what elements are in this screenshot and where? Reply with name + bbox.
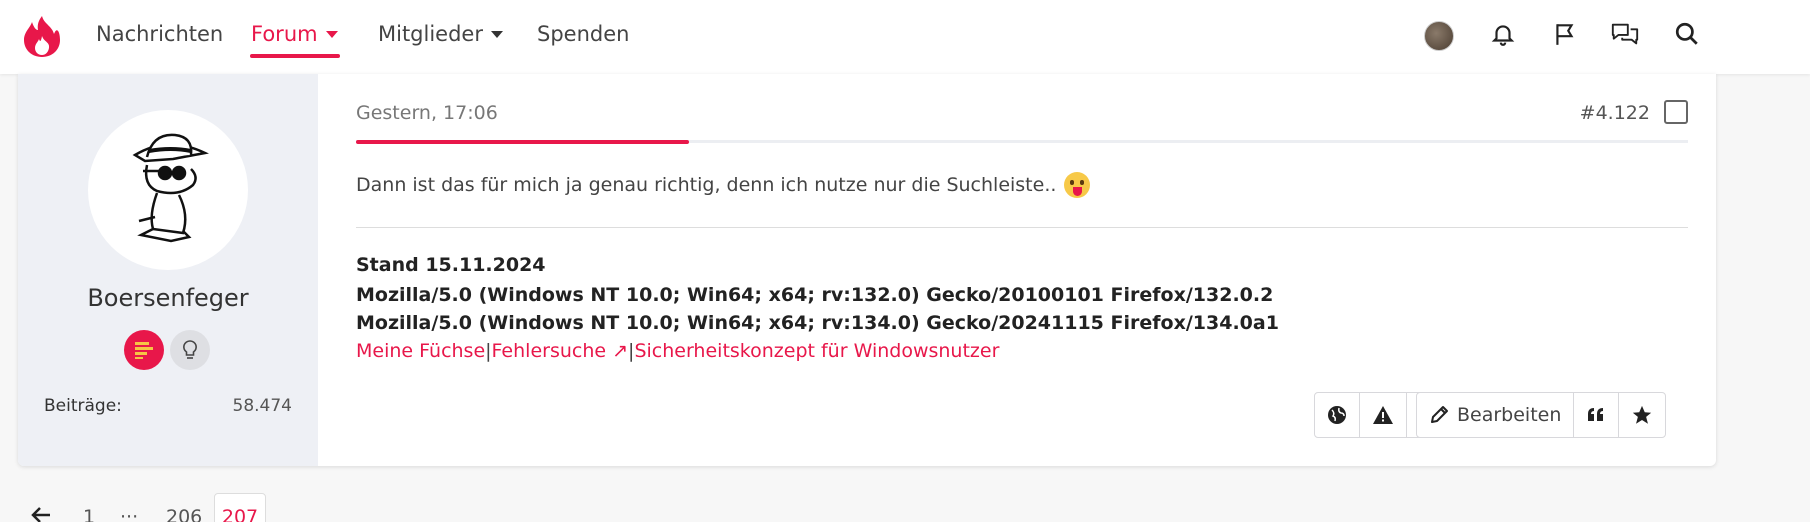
user-info-panel: Boersenfeger Beiträge: 58.474: [18, 74, 318, 466]
globe-icon[interactable]: [1315, 393, 1360, 437]
signature-links: Meine Füchse|Fehlersuche ↗|Sicherheitsko…: [356, 340, 999, 362]
nav-forum-label: Forum: [251, 22, 318, 46]
flag-icon[interactable]: [1550, 19, 1580, 49]
post-date[interactable]: Gestern, 17:06: [356, 102, 498, 124]
nav-spenden-label: Spenden: [537, 22, 630, 46]
link-sicherheitskonzept[interactable]: Sicherheitskonzept für Windowsnutzer: [634, 340, 999, 362]
post-content: Dann ist das für mich ja genau richtig, …: [356, 172, 1091, 198]
nav-forum[interactable]: Forum: [251, 22, 338, 46]
link-meine-fuechse[interactable]: Meine Füchse: [356, 340, 485, 362]
select-post-checkbox[interactable]: [1664, 100, 1688, 124]
signature-line: Mozilla/5.0 (Windows NT 10.0; Win64; x64…: [356, 312, 1279, 334]
quote-button[interactable]: [1574, 393, 1620, 437]
chevron-down-icon: [325, 30, 338, 38]
page-link[interactable]: 206: [166, 506, 202, 522]
star-icon: [1633, 405, 1652, 424]
lightbulb-icon[interactable]: [170, 330, 210, 370]
search-icon[interactable]: [1672, 19, 1702, 49]
chevron-down-icon: [491, 30, 503, 38]
active-nav-indicator: [250, 54, 340, 58]
post-action-button-group: Bearbeiten: [1416, 392, 1667, 438]
nav-spenden[interactable]: Spenden: [537, 22, 629, 46]
edit-button[interactable]: Bearbeiten: [1417, 393, 1575, 437]
flame-logo-icon[interactable]: [22, 14, 62, 58]
edit-button-label: Bearbeiten: [1457, 404, 1562, 426]
posts-trophy-icon[interactable]: [124, 330, 164, 370]
signature-line: Mozilla/5.0 (Windows NT 10.0; Win64; x64…: [356, 284, 1274, 306]
current-page[interactable]: 207: [214, 493, 266, 522]
link-fehlersuche[interactable]: Fehlersuche ↗: [492, 340, 628, 362]
nav-nachrichten[interactable]: Nachrichten: [96, 22, 223, 46]
page-link[interactable]: 1: [83, 506, 95, 522]
arrow-left-icon[interactable]: [30, 506, 52, 522]
signature-line: Stand 15.11.2024: [356, 254, 546, 276]
read-progress-fill: [356, 140, 689, 144]
bell-icon[interactable]: [1488, 19, 1518, 49]
posts-count-value: 58.474: [232, 396, 292, 416]
top-navigation: Nachrichten Forum Mitglieder Spenden: [0, 0, 1810, 74]
pencil-icon: [1431, 406, 1448, 423]
signature-divider: [356, 227, 1688, 228]
chat-icon[interactable]: [1610, 19, 1640, 49]
nav-mitglieder[interactable]: Mitglieder: [378, 22, 503, 46]
warning-icon[interactable]: [1360, 393, 1407, 437]
posts-count-label: Beiträge:: [44, 396, 122, 416]
tongue-emoji-icon: [1064, 172, 1091, 198]
post-number[interactable]: #4.122: [1580, 102, 1650, 124]
username[interactable]: Boersenfeger: [18, 284, 318, 312]
nav-nachrichten-label: Nachrichten: [96, 22, 224, 46]
forum-post: Boersenfeger Beiträge: 58.474 Gestern, 1…: [18, 74, 1716, 466]
user-avatar[interactable]: [1424, 21, 1454, 51]
nav-mitglieder-label: Mitglieder: [378, 22, 483, 46]
post-body: Gestern, 17:06 #4.122 Dann ist das für m…: [356, 74, 1688, 466]
avatar[interactable]: [88, 110, 248, 270]
favorite-button[interactable]: [1619, 393, 1665, 437]
page-ellipsis[interactable]: ···: [120, 506, 138, 522]
quote-icon: [1588, 408, 1604, 421]
post-text: Dann ist das für mich ja genau richtig, …: [356, 174, 1057, 196]
